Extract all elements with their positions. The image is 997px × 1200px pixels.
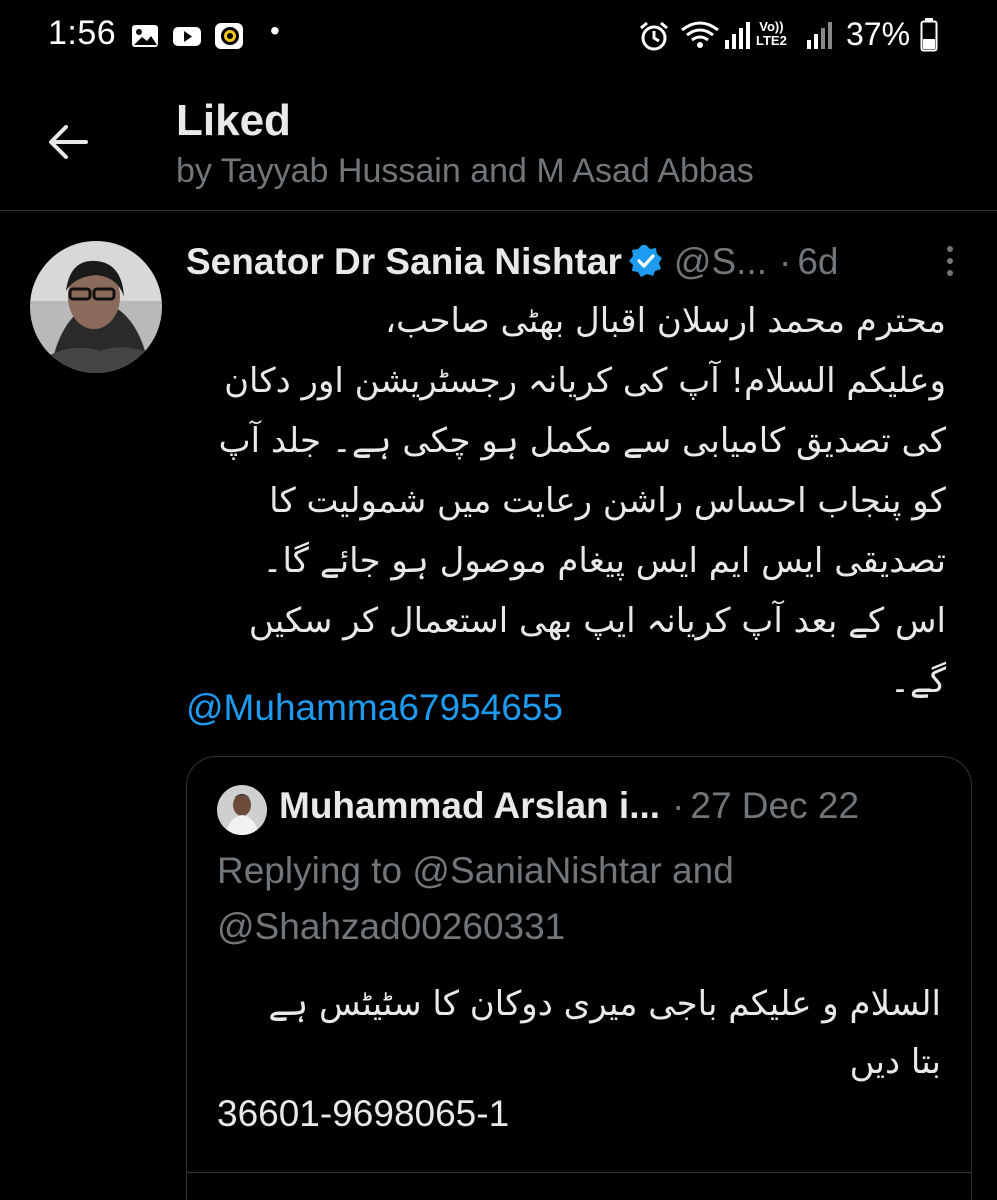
tweet-body-line: اس کے بعد آپ کریانہ ایپ بھی استعمال کر س…: [248, 601, 946, 641]
header: Liked by Tayyab Hussain and M Asad Abbas: [0, 80, 997, 211]
quote-date: 27 Dec 22: [690, 785, 860, 826]
verified-badge-icon: [628, 245, 662, 277]
quote-number: 36601-9698065-1: [217, 1093, 510, 1134]
network-label: Vo)) LTE2: [756, 20, 787, 48]
quote-header: Muhammad Arslan i... · 27 Dec 22: [279, 785, 859, 827]
quote-author-name: Muhammad Arslan i...: [279, 785, 661, 826]
author-handle[interactable]: @S...: [674, 241, 767, 282]
status-dot: •: [270, 15, 280, 46]
quote-avatar: [217, 785, 267, 835]
avatar-image: [30, 241, 162, 373]
tweet[interactable]: Senator Dr Sania Nishtar @S... · 6d محترم …: [0, 211, 997, 1200]
status-bar: 1:56 • Vo)) LTE2 37%: [0, 0, 997, 80]
mention-link[interactable]: @Muhamma67954655: [186, 687, 563, 729]
battery-icon: [920, 18, 938, 52]
tweet-body: محترم محمد ارسلان اقبال بھٹی صاحب، وعلیک…: [186, 291, 946, 711]
signal-icon: [807, 22, 832, 49]
separator-dot: ·: [778, 241, 792, 282]
network-label-bottom: LTE2: [756, 33, 787, 48]
tweet-body-line: وعلیکم السلام! آپ کی کریانہ رجسٹریشن اور…: [224, 361, 946, 401]
tweet-header: Senator Dr Sania Nishtar @S... · 6d: [186, 241, 976, 291]
page-subtitle: by Tayyab Hussain and M Asad Abbas: [176, 152, 754, 190]
tweet-time[interactable]: 6d: [797, 241, 838, 282]
page-title: Liked: [176, 96, 291, 145]
replying-line: @Shahzad00260331: [217, 906, 566, 947]
author-name[interactable]: Senator Dr Sania Nishtar: [186, 241, 622, 282]
alarm-icon: [640, 21, 668, 51]
screen: 1:56 • Vo)) LTE2 37% Liked by Tayyab Hus…: [0, 0, 997, 1200]
tweet-body-line: محترم محمد ارسلان اقبال بھٹی صاحب،: [385, 301, 946, 341]
quote-body-line: بتا دیں: [849, 1042, 941, 1082]
status-time: 1:56: [48, 14, 117, 52]
divider: [187, 1172, 971, 1173]
quoted-tweet[interactable]: Muhammad Arslan i... · 27 Dec 22 Replying …: [186, 756, 972, 1200]
replying-to: Replying to @SaniaNishtar and @Shahzad00…: [217, 843, 957, 955]
signal-icon: [725, 22, 750, 49]
replying-line: Replying to @SaniaNishtar and: [217, 850, 734, 891]
quote-body-line: السلام و علیکم باجی میری دوکان کا سٹیٹس …: [268, 984, 941, 1024]
arrow-left-icon[interactable]: [36, 110, 100, 174]
quote-avatar-image: [217, 785, 267, 835]
gallery-icon: [132, 25, 158, 47]
avatar[interactable]: [30, 241, 162, 373]
app-icon: [215, 23, 243, 49]
quote-separator: ·: [672, 785, 685, 826]
battery-percent: 37%: [846, 16, 911, 52]
more-vertical-icon[interactable]: [938, 241, 962, 285]
tweet-body-line: کی تصدیق کامیابی سے مکمل ہو چکی ہے۔ جلد …: [218, 421, 946, 461]
tweet-body-line: تصدیقی ایس ایم ایس پیغام موصول ہو جائے گ…: [262, 541, 946, 581]
tweet-body-line: کو پنجاب احساس راشن رعایت میں شمولیت کا: [269, 481, 946, 521]
wifi-icon: [681, 21, 719, 48]
quote-body: السلام و علیکم باجی میری دوکان کا سٹیٹس …: [217, 975, 941, 1091]
youtube-icon: [173, 27, 201, 46]
network-label-top: Vo)): [759, 19, 784, 34]
